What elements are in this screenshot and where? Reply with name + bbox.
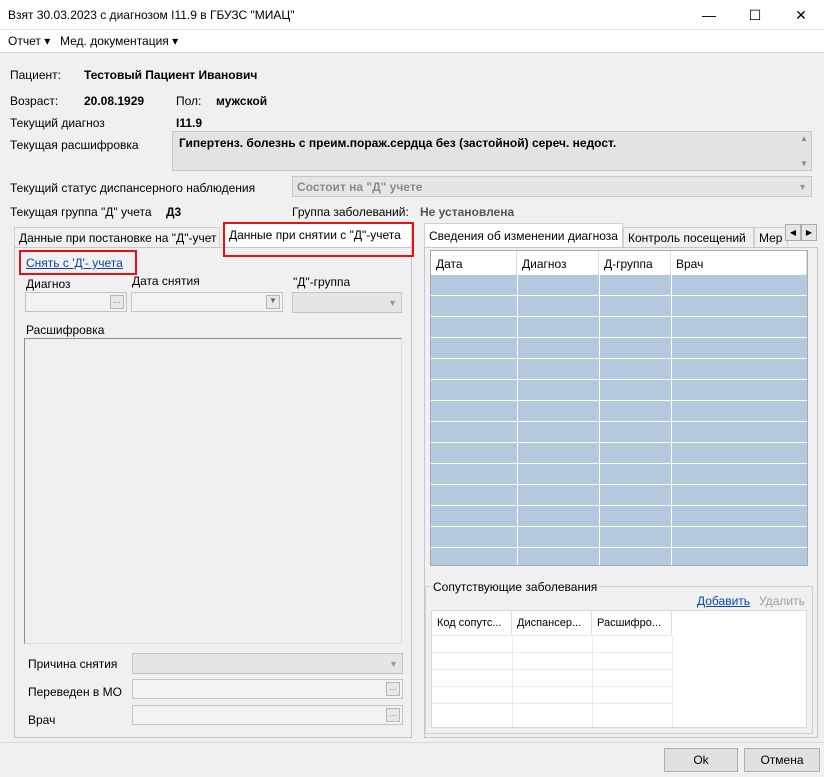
reason-select[interactable]: ▼ [132, 653, 403, 674]
grid-row[interactable] [431, 338, 807, 359]
maximize-button[interactable]: ☐ [732, 0, 778, 30]
remove-link[interactable]: Снять с 'Д'- учета [26, 256, 123, 270]
grid-row[interactable] [431, 296, 807, 317]
comorbid-title: Сопутствующие заболевания [431, 580, 600, 594]
current-diagnosis-label: Текущий диагноз [10, 116, 105, 130]
current-decode-label: Текущая расшифровка [10, 138, 139, 152]
grid-divider [432, 669, 672, 670]
dgroup-label: "Д"-группа [293, 275, 351, 289]
column-header[interactable]: Дата [431, 251, 517, 275]
column-header[interactable]: Диспансер... [512, 611, 592, 635]
doctor-label: Врач [28, 713, 56, 727]
grid-divider [432, 703, 672, 704]
tab-deregistration[interactable]: Данные при снятии с "Д"-учета [224, 223, 412, 247]
grid-row[interactable] [431, 464, 807, 485]
tab-registration[interactable]: Данные при постановке на "Д"-учет [14, 227, 220, 247]
grid-divider [432, 635, 672, 636]
chevron-down-icon: ▼ [388, 297, 397, 308]
column-header[interactable]: Код сопутс... [432, 611, 512, 635]
reason-label: Причина снятия [28, 657, 118, 671]
date-label: Дата снятия [132, 274, 200, 288]
birth-date: 20.08.1929 [84, 94, 145, 108]
grid-row[interactable] [431, 422, 807, 443]
status-value: Состоит на "Д" учете [297, 180, 423, 194]
column-header[interactable]: Врач [671, 251, 807, 275]
diagnosis-field[interactable]: … [25, 292, 127, 312]
menu-med-docs[interactable]: Мед. документация ▾ [60, 34, 178, 48]
tab-visits-control[interactable]: Контроль посещений [623, 227, 754, 247]
decode-textarea[interactable] [24, 338, 402, 644]
group-value: Д3 [166, 205, 182, 219]
ellipsis-icon[interactable]: … [110, 295, 124, 309]
current-decode-box: Гипертенз. болезнь с преим.пораж.сердца … [172, 131, 812, 171]
chevron-down-icon: ▼ [798, 181, 807, 192]
title-bar: Взят 30.03.2023 с диагнозом I11.9 в ГБУЗ… [0, 0, 824, 30]
disease-group-label: Группа заболеваний: [292, 205, 409, 219]
grid-row[interactable] [431, 275, 807, 296]
grid-divider [671, 275, 672, 565]
window-title: Взят 30.03.2023 с диагнозом I11.9 в ГБУЗ… [8, 8, 295, 22]
grid-divider [512, 635, 513, 727]
grid-divider [432, 652, 672, 653]
grid-row[interactable] [431, 443, 807, 464]
grid-row[interactable] [431, 359, 807, 380]
current-diagnosis: I11.9 [176, 116, 203, 130]
ellipsis-icon[interactable]: … [386, 682, 400, 696]
grid-row[interactable] [431, 485, 807, 506]
diagnosis-history-grid[interactable]: Дата Диагноз Д-группа Врач [430, 250, 808, 566]
chevron-down-icon: ▼ [389, 658, 398, 669]
tab-scroll-right-icon[interactable]: ▶ [801, 224, 817, 241]
minimize-button[interactable]: — [686, 0, 732, 30]
menu-bar: Отчет ▾ Мед. документация ▾ [0, 30, 824, 53]
sex-label: Пол: [176, 94, 202, 108]
patient-name: Тестовый Пациент Иванович [84, 68, 258, 82]
calendar-dropdown-icon[interactable]: ▼ [266, 295, 280, 309]
status-label: Текущий статус диспансерного наблюдения [10, 181, 256, 195]
dgroup-select[interactable]: ▼ [292, 292, 402, 313]
doctor-field[interactable]: … [132, 705, 403, 725]
tab-diagnosis-changes[interactable]: Сведения об изменении диагноза [424, 223, 623, 247]
grid-row[interactable] [431, 380, 807, 401]
column-header[interactable]: Расшифро... [592, 611, 672, 635]
grid-divider [432, 686, 672, 687]
grid-row[interactable] [431, 506, 807, 527]
group-label: Текущая группа "Д" учета [10, 205, 152, 219]
menu-report[interactable]: Отчет ▾ [8, 34, 50, 48]
sex-value: мужской [216, 94, 268, 108]
age-label: Возраст: [10, 94, 59, 108]
scroll-up-icon: ▲ [800, 134, 808, 143]
ok-button[interactable]: Ok [664, 748, 738, 772]
grid-divider [599, 275, 600, 565]
decode-label: Расшифровка [26, 323, 105, 337]
transfer-field[interactable]: … [132, 679, 403, 699]
status-select: Состоит на "Д" учете ▼ [292, 176, 812, 197]
ellipsis-icon[interactable]: … [386, 708, 400, 722]
scroll-down-icon: ▼ [800, 159, 808, 168]
tab-scroll-left-icon[interactable]: ◀ [785, 224, 801, 241]
comorbid-grid[interactable]: Код сопутс... Диспансер... Расшифро... [431, 610, 807, 728]
add-link[interactable]: Добавить [697, 594, 750, 608]
tab-measures[interactable]: Мер [754, 227, 788, 247]
grid-row[interactable] [431, 527, 807, 548]
date-field[interactable]: ▼ [131, 292, 283, 312]
column-header[interactable]: Д-группа [599, 251, 671, 275]
grid-divider [517, 275, 518, 565]
diagnosis-label: Диагноз [26, 277, 71, 291]
grid-divider [672, 635, 673, 727]
grid-row[interactable] [431, 548, 807, 565]
column-header[interactable]: Диагноз [517, 251, 599, 275]
cancel-button[interactable]: Отмена [744, 748, 820, 772]
grid-divider [592, 635, 593, 727]
transfer-label: Переведен в МО [28, 685, 122, 699]
patient-label: Пациент: [10, 68, 62, 82]
grid-row[interactable] [431, 401, 807, 422]
close-button[interactable]: ✕ [778, 0, 824, 30]
current-decode-text: Гипертенз. болезнь с преим.пораж.сердца … [179, 136, 617, 150]
disease-group-value: Не установлена [420, 205, 515, 219]
delete-link: Удалить [759, 594, 805, 608]
grid-row[interactable] [431, 317, 807, 338]
